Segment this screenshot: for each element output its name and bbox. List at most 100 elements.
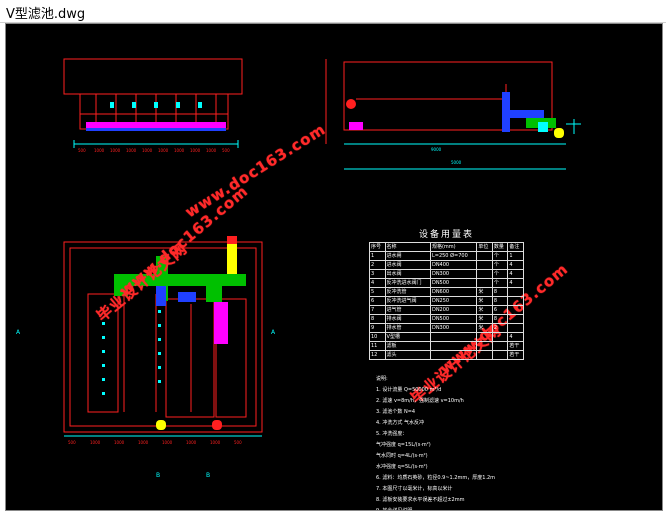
table-cell: 3 <box>369 269 386 279</box>
table-cell <box>476 260 493 270</box>
svg-text:9000: 9000 <box>431 147 442 152</box>
table-cell: DN600 <box>429 287 478 297</box>
table-row: 3 出水阀 DN300 个 4 <box>369 269 524 279</box>
table-cell: 2 <box>369 260 386 270</box>
table-cell <box>429 350 478 360</box>
svg-text:1000: 1000 <box>210 440 221 445</box>
table-cell: 进气管 <box>384 305 431 315</box>
plan-row-markers <box>102 310 161 395</box>
svg-text:500: 500 <box>68 440 76 445</box>
table-cell: 米 <box>476 296 493 306</box>
svg-text:1000: 1000 <box>138 440 149 445</box>
table-cell <box>476 350 493 360</box>
svg-text:1000: 1000 <box>190 148 201 153</box>
svg-text:A: A <box>16 329 21 336</box>
table-cell <box>476 269 493 279</box>
svg-text:1000: 1000 <box>162 440 173 445</box>
table-cell <box>476 332 493 342</box>
table-row: 4 反冲洗进水阀门 DN500 个 4 <box>369 278 524 288</box>
table-row: 2 进水阀 DN400 个 4 <box>369 260 524 270</box>
inlet-valve-right <box>346 99 356 109</box>
note-line: 9. 其余详见说明 <box>376 508 413 511</box>
note-line: 6. 滤料：均质石英砂，粒径0.9~1.2mm，厚度1.2m <box>376 475 496 481</box>
window-title: V型滤池.dwg <box>6 7 86 22</box>
table-cell: 6 <box>369 296 386 306</box>
table-cell <box>429 332 478 342</box>
table-cell: 4 <box>369 278 386 288</box>
table-header-cell: 单位 <box>476 242 493 252</box>
svg-text:500: 500 <box>78 148 86 153</box>
table-cell: 个 <box>491 260 509 270</box>
svg-text:5000: 5000 <box>451 160 462 165</box>
table-cell: 米 <box>476 314 493 324</box>
table-header-cell: 名称 <box>384 242 431 252</box>
svg-text:1000: 1000 <box>90 440 101 445</box>
table-cell: 滤头 <box>384 350 431 360</box>
table-cell: 2 <box>491 323 509 333</box>
table-row: 9 排水管 DN300 米 2 <box>369 323 524 333</box>
note-line: 水冲强度 q=5L/(s·m²) <box>376 464 428 470</box>
table-cell: 12 <box>369 350 386 360</box>
equipment-table: 设备用量表 序号 名称 规格(mm) 单位 数量 备注 1 进水闸 L=250 Ø=700 个 1 2… <box>369 227 524 360</box>
table-cell <box>491 332 509 342</box>
svg-text:1000: 1000 <box>114 440 125 445</box>
equipment-table-title: 设备用量表 <box>418 230 474 240</box>
section-view-left <box>63 58 243 148</box>
table-cell: 9 <box>369 323 386 333</box>
table-cell: 1 <box>507 251 524 261</box>
note-line: 3. 滤池个数 N=4 <box>376 409 416 415</box>
table-cell: 5 <box>369 287 386 297</box>
drain-channel-magenta <box>214 302 228 344</box>
note-line: 说明: <box>376 376 388 382</box>
design-notes: 说明: 1. 设计流量 Q=50000 m³/d 2. 滤速 v=8m/h，强制滤速… <box>376 374 576 511</box>
table-cell: 若干 <box>507 350 524 360</box>
table-cell: 1 <box>369 251 386 261</box>
section-marks: A A B B <box>16 329 276 479</box>
table-header-cell: 规格(mm) <box>429 242 478 252</box>
cad-drawing-canvas[interactable]: 500 1000 1000 1000 1000 1000 1000 1000 1… <box>5 23 663 511</box>
svg-text:1000: 1000 <box>126 148 137 153</box>
equipment-table-grid: 序号 名称 规格(mm) 单位 数量 备注 1 进水闸 L=250 Ø=700 个 1 2 进水阀 DN4… <box>369 242 524 360</box>
table-cell: 4 <box>507 260 524 270</box>
table-header-cell: 序号 <box>369 242 386 252</box>
table-cell: 反冲洗管 <box>384 287 431 297</box>
table-cell: DN300 <box>429 269 478 279</box>
table-row: 5 反冲洗管 DN600 米 8 <box>369 287 524 297</box>
table-cell: L=250 Ø=700 <box>429 251 478 261</box>
table-row: 11 滤板 若干 <box>369 341 524 351</box>
note-line: 8. 滤板安装要求水平误差不超过±2mm <box>376 497 465 503</box>
table-cell: 4 <box>507 332 524 342</box>
table-cell: 8 <box>491 287 509 297</box>
table-cell: 排水阀 <box>384 314 431 324</box>
svg-text:500: 500 <box>234 440 242 445</box>
table-cell: 出水阀 <box>384 269 431 279</box>
table-cell <box>507 296 524 306</box>
table-cell: DN400 <box>429 260 478 270</box>
table-cell: DN200 <box>429 305 478 315</box>
note-line: 4. 冲洗方式 气水反冲 <box>376 420 424 426</box>
note-line: 气冲强度 q=15L/(s·m²) <box>376 442 431 448</box>
table-cell <box>491 341 509 351</box>
table-cell: 4 <box>507 269 524 279</box>
section-markers <box>110 102 202 108</box>
table-cell: 米 <box>476 323 493 333</box>
backwash-pipe-blue <box>502 92 510 132</box>
table-row: 1 进水闸 L=250 Ø=700 个 1 <box>369 251 524 261</box>
table-header-cell: 数量 <box>491 242 509 252</box>
table-cell: 排水管 <box>384 323 431 333</box>
svg-text:1000: 1000 <box>206 148 217 153</box>
svg-text:A: A <box>271 329 276 336</box>
svg-text:1000: 1000 <box>110 148 121 153</box>
table-cell <box>507 314 524 324</box>
table-header-row: 序号 名称 规格(mm) 单位 数量 备注 <box>369 242 524 252</box>
table-cell: 进水阀 <box>384 260 431 270</box>
table-cell: 10 <box>369 332 386 342</box>
table-cell: 米 <box>476 305 493 315</box>
table-cell: 8 <box>491 314 509 324</box>
filter-cell-center <box>165 298 215 418</box>
svg-text:1000: 1000 <box>94 148 105 153</box>
table-cell: DN300 <box>429 323 478 333</box>
table-cell: 若干 <box>507 341 524 351</box>
table-cell <box>507 305 524 315</box>
plan-dims-row: 500 1000 1000 1000 1000 1000 1000 1000 1… <box>78 148 230 153</box>
